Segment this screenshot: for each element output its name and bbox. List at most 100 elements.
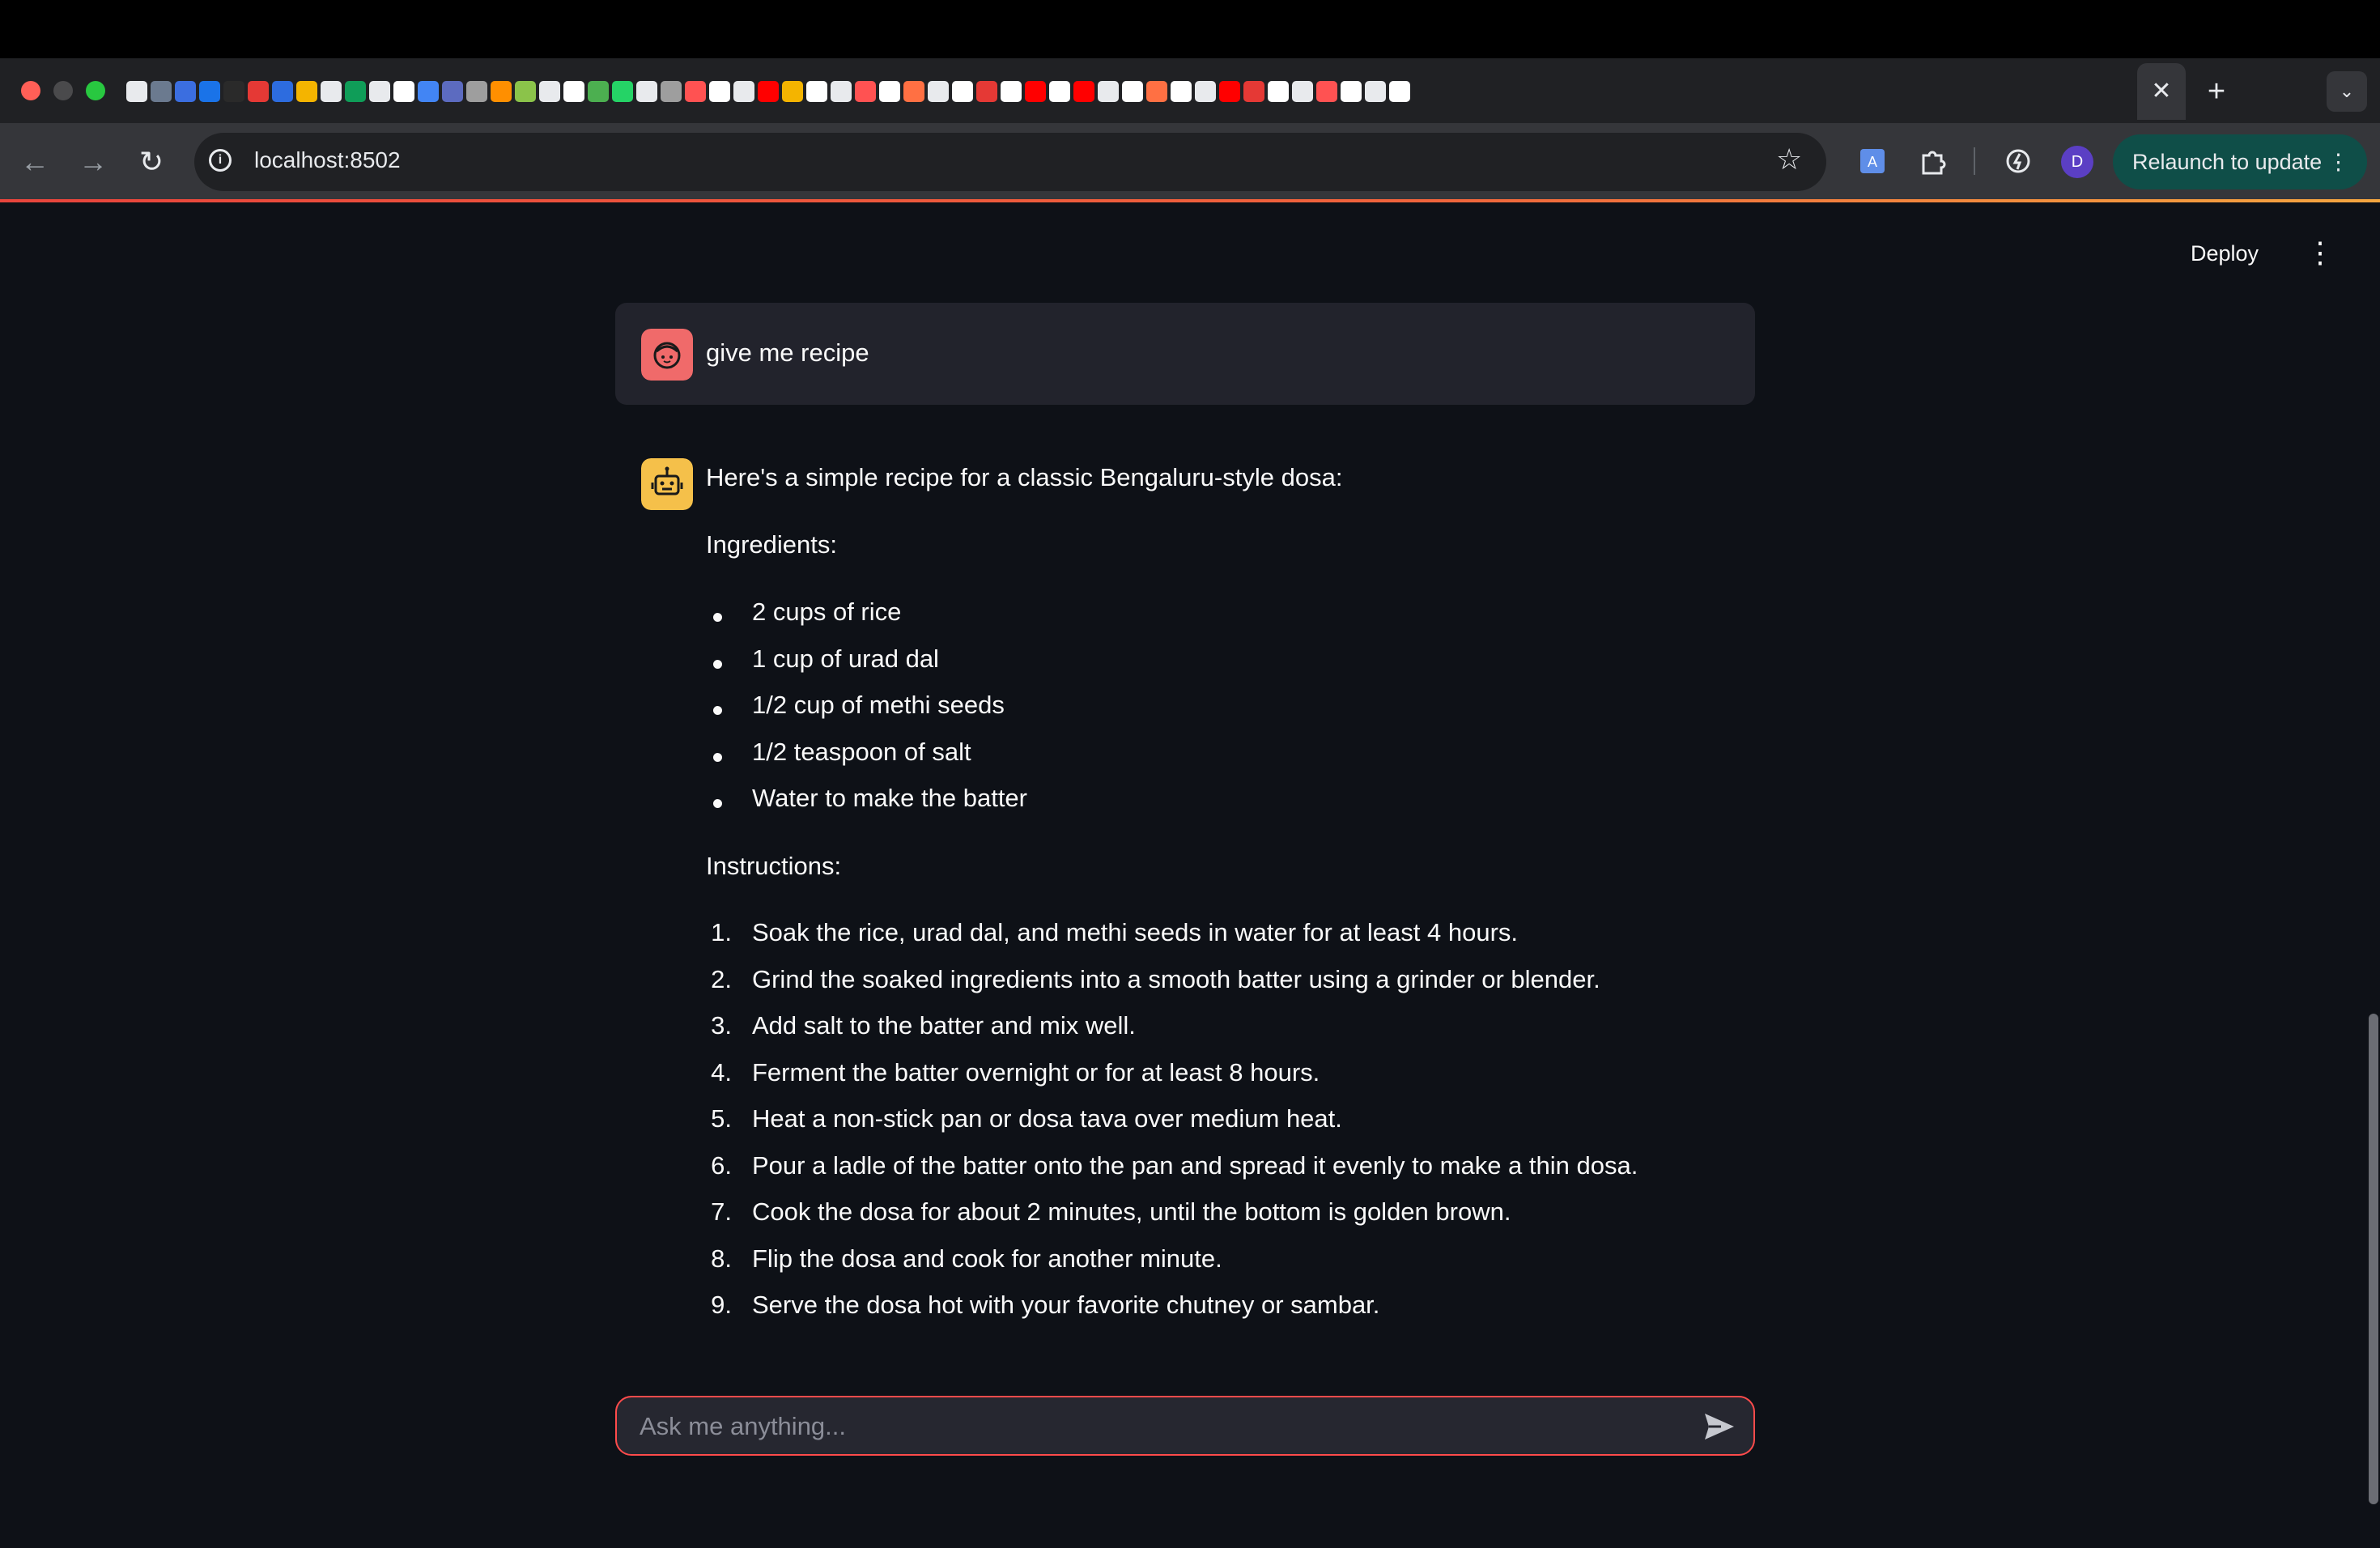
instruction-step: Grind the soaked ingredients into a smoo… (752, 964, 1600, 993)
pinned-tab-favicon-icon[interactable] (272, 81, 293, 102)
pinned-tab-favicon-icon[interactable] (223, 81, 244, 102)
pinned-tab-favicon-icon[interactable] (175, 81, 196, 102)
pinned-tab-favicon-icon[interactable] (588, 81, 609, 102)
ingredients-heading: Ingredients: (706, 530, 837, 559)
svg-text:A: A (1868, 154, 1877, 170)
pinned-tab-favicon-icon[interactable] (1316, 81, 1337, 102)
page-scrollbar-thumb[interactable] (2369, 1014, 2378, 1504)
pinned-tab-favicon-icon[interactable] (685, 81, 706, 102)
browser-menu-icon[interactable]: ⋮ (2327, 134, 2349, 189)
pinned-tab-favicon-icon[interactable] (199, 81, 220, 102)
new-tab-button[interactable]: + (2199, 74, 2234, 110)
relaunch-to-update-button[interactable]: Relaunch to update ⋮ (2113, 134, 2367, 189)
pinned-tab-favicon-icon[interactable] (1292, 81, 1313, 102)
active-tab-close-button[interactable]: ✕ (2137, 63, 2186, 120)
window-close-button[interactable] (21, 81, 40, 100)
app-main-menu-icon[interactable]: ⋮ (2306, 238, 2335, 267)
pinned-tab-favicon-icon[interactable] (296, 81, 317, 102)
pinned-tab-favicon-icon[interactable] (661, 81, 682, 102)
pinned-tab-favicon-icon[interactable] (855, 81, 876, 102)
pinned-tab-favicon-icon[interactable] (903, 81, 924, 102)
translate-extension-icon[interactable]: A (1857, 146, 1888, 176)
reload-icon[interactable]: ↻ (133, 144, 170, 181)
pinned-tab-favicon-icon[interactable] (733, 81, 754, 102)
pinned-tab-favicon-icon[interactable] (1171, 81, 1192, 102)
pinned-tab-favicon-icon[interactable] (393, 81, 414, 102)
pinned-tab-favicon-icon[interactable] (636, 81, 657, 102)
assistant-intro-text: Here's a simple recipe for a classic Ben… (706, 463, 1343, 491)
pinned-tab-favicon-icon[interactable] (1025, 81, 1046, 102)
send-icon[interactable] (1703, 1412, 1736, 1441)
pinned-tab-favicon-icon[interactable] (1001, 81, 1022, 102)
instruction-number: 2. (711, 964, 732, 993)
pinned-tab-favicon-icon[interactable] (1073, 81, 1094, 102)
address-bar[interactable] (194, 133, 1826, 191)
pinned-tab-favicon-icon[interactable] (612, 81, 633, 102)
pinned-tab-favicon-icon[interactable] (466, 81, 487, 102)
pinned-tab-favicon-icon[interactable] (321, 81, 342, 102)
pinned-tab-favicon-icon[interactable] (831, 81, 852, 102)
instruction-number: 8. (711, 1244, 732, 1273)
pinned-tab-favicon-icon[interactable] (1341, 81, 1362, 102)
pinned-tab-favicon-icon[interactable] (1389, 81, 1410, 102)
deploy-button[interactable]: Deploy (2191, 241, 2259, 266)
performance-icon[interactable] (2003, 146, 2034, 176)
bookmark-star-icon[interactable]: ☆ (1776, 142, 1802, 176)
instruction-step: Heat a non-stick pan or dosa tava over m… (752, 1104, 1342, 1133)
pinned-tab-favicon-icon[interactable] (369, 81, 390, 102)
back-arrow-icon[interactable]: ← (16, 144, 53, 181)
pinned-tab-favicon-icon[interactable] (758, 81, 779, 102)
ingredient-item: Water to make the batter (752, 784, 1028, 812)
truncated-followup-text (706, 1349, 1791, 1367)
pinned-tab-favicon-icon[interactable] (976, 81, 997, 102)
window-zoom-button[interactable] (86, 81, 105, 100)
pinned-tab-favicon-icon[interactable] (928, 81, 949, 102)
pinned-tab-favicon-icon[interactable] (1049, 81, 1070, 102)
pinned-tab-favicon-icon[interactable] (248, 81, 269, 102)
pinned-tab-favicon-icon[interactable] (442, 81, 463, 102)
pinned-tab-favicons[interactable] (126, 78, 2126, 105)
url-text[interactable]: localhost:8502 (254, 147, 401, 173)
pinned-tab-favicon-icon[interactable] (151, 81, 172, 102)
pinned-tab-favicon-icon[interactable] (539, 81, 560, 102)
ingredient-item: 1/2 teaspoon of salt (752, 737, 971, 766)
pinned-tab-favicon-icon[interactable] (1122, 81, 1143, 102)
instruction-number: 1. (711, 918, 732, 946)
pinned-tab-favicon-icon[interactable] (1098, 81, 1119, 102)
pinned-tab-favicon-icon[interactable] (126, 81, 147, 102)
pinned-tab-favicon-icon[interactable] (879, 81, 900, 102)
toolbar-divider (1974, 147, 1975, 175)
pinned-tab-favicon-icon[interactable] (1268, 81, 1289, 102)
pinned-tab-favicon-icon[interactable] (515, 81, 536, 102)
extensions-puzzle-icon[interactable] (1917, 146, 1948, 176)
pinned-tab-favicon-icon[interactable] (806, 81, 827, 102)
tab-search-chevron-icon[interactable]: ⌄ (2327, 71, 2367, 112)
instruction-number: 7. (711, 1197, 732, 1226)
pinned-tab-favicon-icon[interactable] (1219, 81, 1240, 102)
pinned-tab-favicon-icon[interactable] (563, 81, 584, 102)
profile-avatar[interactable]: D (2061, 146, 2093, 178)
ingredient-item: 2 cups of rice (752, 598, 902, 626)
bullet-point (713, 706, 722, 715)
pinned-tab-favicon-icon[interactable] (1243, 81, 1264, 102)
bullet-point (713, 659, 722, 669)
chat-input-box[interactable] (615, 1396, 1755, 1456)
window-minimize-button[interactable] (53, 81, 73, 100)
pinned-tab-favicon-icon[interactable] (1146, 81, 1167, 102)
pinned-tab-favicon-icon[interactable] (491, 81, 512, 102)
pinned-tab-favicon-icon[interactable] (418, 81, 439, 102)
user-message-text: give me recipe (706, 338, 869, 367)
instructions-heading: Instructions: (706, 852, 842, 880)
ingredient-item: 1 cup of urad dal (752, 644, 939, 673)
pinned-tab-favicon-icon[interactable] (709, 81, 730, 102)
pinned-tab-favicon-icon[interactable] (952, 81, 973, 102)
instruction-step: Cook the dosa for about 2 minutes, until… (752, 1197, 1511, 1226)
relaunch-label: Relaunch to update (2132, 150, 2323, 174)
pinned-tab-favicon-icon[interactable] (1195, 81, 1216, 102)
site-info-icon[interactable]: i (209, 149, 232, 172)
pinned-tab-favicon-icon[interactable] (782, 81, 803, 102)
pinned-tab-favicon-icon[interactable] (1365, 81, 1386, 102)
pinned-tab-favicon-icon[interactable] (345, 81, 366, 102)
chat-input-field[interactable] (638, 1406, 1669, 1448)
forward-arrow-icon[interactable]: → (74, 144, 112, 181)
